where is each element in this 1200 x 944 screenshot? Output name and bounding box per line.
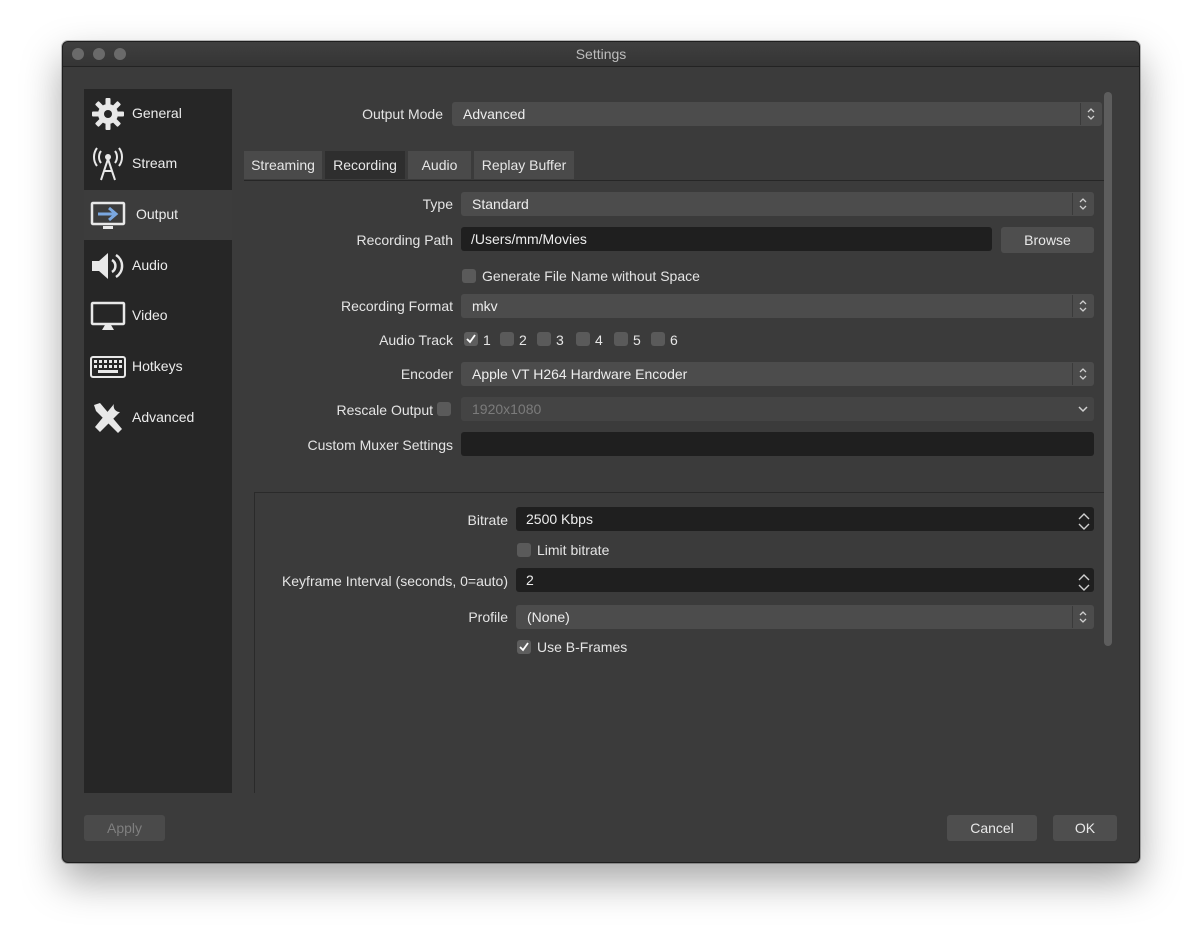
type-label: Type <box>422 196 453 212</box>
bitrate-label: Bitrate <box>467 512 508 528</box>
recording-path-label: Recording Path <box>356 232 453 248</box>
updown-arrows-icon <box>1072 193 1093 215</box>
updown-arrows-icon <box>1080 103 1101 125</box>
encoder-value: Apple VT H264 Hardware Encoder <box>472 366 688 382</box>
encoder-settings-group <box>254 492 1105 793</box>
type-select[interactable]: Standard <box>461 192 1094 216</box>
no-space-checkbox[interactable] <box>462 269 476 283</box>
encoder-select[interactable]: Apple VT H264 Hardware Encoder <box>461 362 1094 386</box>
title-bar: Settings <box>63 42 1139 67</box>
recording-format-value: mkv <box>472 298 498 314</box>
sidebar-item-label: Advanced <box>132 409 195 425</box>
speaker-icon <box>90 249 126 283</box>
custom-muxer-input[interactable] <box>461 432 1094 456</box>
audio-track-3-checkbox[interactable] <box>537 332 551 346</box>
checkmark-icon <box>466 334 476 344</box>
rescale-output-label: Rescale Output <box>336 402 434 418</box>
rescale-resolution-select[interactable]: 1920x1080 <box>461 397 1094 421</box>
audio-track-1-checkbox[interactable] <box>464 332 478 346</box>
updown-arrows-icon <box>1072 363 1093 385</box>
recording-format-select[interactable]: mkv <box>461 294 1094 318</box>
audio-track-number: 3 <box>556 332 564 348</box>
updown-arrows-icon <box>1072 295 1093 317</box>
monitor-icon <box>90 299 126 333</box>
broadcast-tower-icon <box>90 147 126 181</box>
sidebar-item-stream[interactable]: Stream <box>84 139 232 189</box>
audio-track-4-checkbox[interactable] <box>576 332 590 346</box>
type-value: Standard <box>472 196 529 212</box>
tools-icon <box>90 401 126 435</box>
sidebar-item-label: Stream <box>132 155 178 171</box>
apply-button[interactable]: Apply <box>84 815 165 841</box>
tab-streaming[interactable]: Streaming <box>244 151 322 179</box>
keyframe-interval-label: Keyframe Interval (seconds, 0=auto) <box>281 573 508 589</box>
sidebar-item-general[interactable]: General <box>84 89 232 139</box>
audio-track-2-checkbox[interactable] <box>500 332 514 346</box>
stepper-arrows-icon[interactable] <box>1073 508 1093 530</box>
sidebar-item-label: General <box>132 105 182 121</box>
audio-track-5-checkbox[interactable] <box>614 332 628 346</box>
sidebar-item-label: Audio <box>132 257 168 273</box>
updown-arrows-icon <box>1072 606 1093 628</box>
tab-replay-buffer[interactable]: Replay Buffer <box>474 151 574 179</box>
recording-path-input[interactable]: /Users/mm/Movies <box>461 227 992 251</box>
sidebar-item-advanced[interactable]: Advanced <box>84 393 232 443</box>
sidebar-item-hotkeys[interactable]: Hotkeys <box>84 342 232 392</box>
cancel-button[interactable]: Cancel <box>947 815 1037 841</box>
window-title: Settings <box>575 46 627 62</box>
tab-divider <box>244 180 1104 181</box>
output-mode-label: Output Mode <box>362 106 443 122</box>
profile-label: Profile <box>468 609 508 625</box>
sidebar-item-output[interactable]: Output <box>84 190 232 240</box>
chevron-down-icon <box>1073 398 1093 420</box>
audio-track-number: 6 <box>670 332 678 348</box>
profile-value: (None) <box>527 609 570 625</box>
audio-track-number: 1 <box>483 332 491 348</box>
gear-icon <box>90 97 126 131</box>
sidebar-item-label: Hotkeys <box>132 358 183 374</box>
rescale-resolution-value: 1920x1080 <box>472 401 542 417</box>
bitrate-value: 2500 Kbps <box>526 511 593 527</box>
sidebar-item-video[interactable]: Video <box>84 291 232 341</box>
no-space-label: Generate File Name without Space <box>482 268 700 284</box>
sidebar-item-label: Video <box>132 307 168 323</box>
vertical-scrollbar[interactable] <box>1104 92 1112 646</box>
audio-track-number: 2 <box>519 332 527 348</box>
keyboard-icon <box>90 350 126 384</box>
browse-button[interactable]: Browse <box>1001 227 1094 253</box>
output-mode-select[interactable]: Advanced <box>452 102 1102 126</box>
recording-format-label: Recording Format <box>340 298 453 314</box>
output-mode-value: Advanced <box>463 106 526 122</box>
audio-track-number: 4 <box>595 332 603 348</box>
audio-track-number: 5 <box>633 332 641 348</box>
bitrate-spinbox[interactable]: 2500 Kbps <box>516 507 1094 531</box>
ok-button[interactable]: OK <box>1053 815 1117 841</box>
profile-select[interactable]: (None) <box>516 605 1094 629</box>
monitor-arrow-icon <box>90 198 126 232</box>
tab-recording[interactable]: Recording <box>325 151 405 179</box>
use-bframes-checkbox[interactable] <box>517 640 531 654</box>
audio-track-label: Audio Track <box>379 332 453 348</box>
settings-window: Settings General Stream Output Audio Vid… <box>62 41 1140 863</box>
custom-muxer-label: Custom Muxer Settings <box>307 437 454 453</box>
keyframe-interval-value: 2 <box>526 572 534 588</box>
rescale-output-checkbox[interactable] <box>437 402 451 416</box>
encoder-label: Encoder <box>400 366 453 382</box>
keyframe-interval-spinbox[interactable]: 2 <box>516 568 1094 592</box>
settings-sidebar: General Stream Output Audio Video Hotkey… <box>84 89 232 793</box>
use-bframes-label: Use B-Frames <box>537 639 628 655</box>
sidebar-item-audio[interactable]: Audio <box>84 241 232 291</box>
limit-bitrate-checkbox[interactable] <box>517 543 531 557</box>
checkmark-icon <box>519 642 529 652</box>
limit-bitrate-label: Limit bitrate <box>537 542 610 558</box>
audio-track-6-checkbox[interactable] <box>651 332 665 346</box>
stepper-arrows-icon[interactable] <box>1073 569 1093 591</box>
tab-audio[interactable]: Audio <box>408 151 471 179</box>
sidebar-item-label: Output <box>136 206 179 222</box>
